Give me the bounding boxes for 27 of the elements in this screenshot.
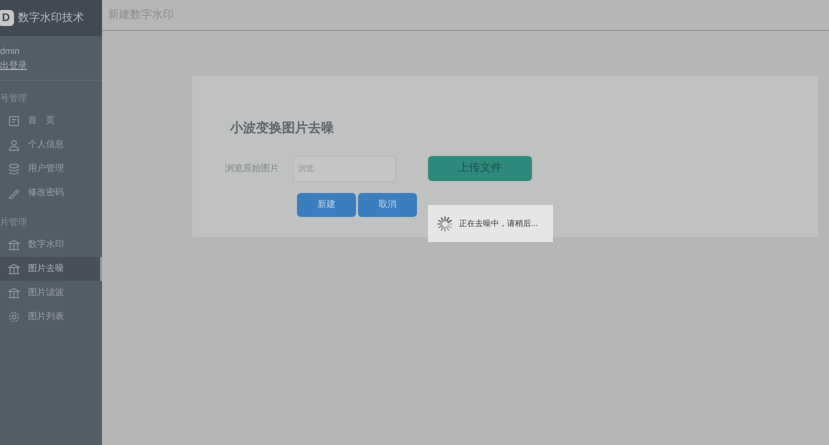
user-icon	[8, 139, 20, 151]
note-icon	[8, 115, 20, 127]
bank-icon	[8, 239, 20, 251]
sidebar-item[interactable]: 图片去噪	[0, 257, 102, 281]
sidebar-item[interactable]: 数字水印	[0, 233, 102, 257]
sidebar-item[interactable]: 修改密码	[0, 181, 102, 205]
action-button[interactable]: 新建	[297, 192, 356, 216]
app-title: 数字水印技术	[18, 10, 84, 26]
user-name: dmin	[0, 45, 21, 58]
pencil-icon	[8, 187, 20, 199]
logout-link[interactable]: 出登录	[0, 58, 102, 72]
field-label: 浏览原始图片	[225, 162, 279, 175]
form-title: 小波变换图片去噪	[230, 119, 335, 137]
layers-icon	[8, 163, 20, 175]
bank-icon	[8, 263, 20, 275]
action-button[interactable]: 取消	[358, 192, 417, 216]
sidebar-item[interactable]: 首 页	[0, 109, 102, 133]
sidebar-item[interactable]: 图片列表	[0, 305, 102, 329]
upload-button[interactable]: 上传文件	[428, 156, 532, 181]
sidebar-item[interactable]: 个人信息	[0, 133, 102, 157]
logo: D	[0, 10, 14, 26]
spinner-icon	[437, 216, 453, 232]
bank-icon	[8, 287, 20, 299]
loading-text: 正在去噪中，请稍后...	[459, 218, 538, 230]
gear-icon	[8, 311, 20, 323]
sidebar-item[interactable]: 用户管理	[0, 157, 102, 181]
sidebar-item[interactable]: 图片滤波	[0, 281, 102, 305]
